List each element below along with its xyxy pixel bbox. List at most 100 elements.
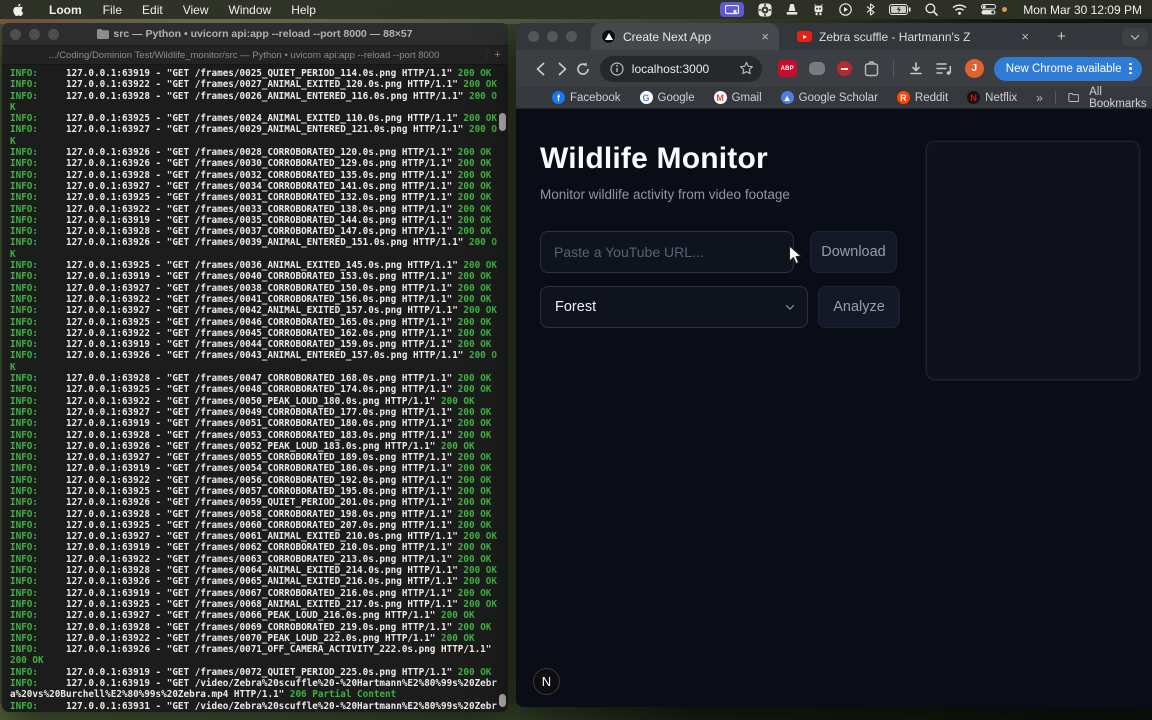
terminal-log-line: INFO: 127.0.0.1:63925 - "GET /frames/005… [10, 485, 492, 497]
terminal-log-line: INFO: 127.0.0.1:63919 - "GET /frames/005… [10, 463, 492, 475]
terminal-log-line: INFO: 127.0.0.1:63926 - "GET /frames/003… [10, 158, 492, 170]
zoom-button[interactable] [566, 31, 577, 42]
terminal-titlebar[interactable]: src — Python • uvicorn api:app --reload … [2, 23, 508, 45]
terminal-log-line: INFO: 127.0.0.1:63919 - "GET /frames/004… [10, 271, 492, 283]
all-bookmarks-folder-icon[interactable] [1067, 92, 1079, 103]
terminal-new-tab-button[interactable]: + [486, 49, 508, 61]
tab-close-icon[interactable]: × [759, 29, 771, 44]
reload-button[interactable] [573, 56, 594, 82]
menu-window[interactable]: Window [219, 3, 282, 17]
download-icon[interactable] [908, 61, 924, 77]
terminal-scrollbar-thumb[interactable] [499, 113, 506, 131]
terminal-log-line: INFO: 127.0.0.1:63928 - "GET /frames/006… [10, 621, 492, 633]
media-list-icon[interactable] [936, 62, 953, 76]
terminal-log-line: INFO: 127.0.0.1:63931 - "GET /video/Zebr… [10, 700, 497, 712]
bookmark-netflix[interactable]: N Netflix [967, 91, 1017, 104]
menu-help[interactable]: Help [281, 3, 326, 17]
browser-traffic-lights [528, 31, 577, 42]
terminal-log-line: INFO: 127.0.0.1:63927 - "GET /frames/004… [10, 305, 497, 317]
bookmark-label: Netflix [985, 91, 1018, 104]
bookmarks-overflow-icon[interactable]: » [1036, 91, 1043, 105]
address-url[interactable]: localhost:3000 [632, 62, 739, 76]
control-center-icon[interactable] [981, 4, 997, 15]
terminal-log-line: INFO: 127.0.0.1:63919 - "GET /frames/005… [10, 418, 492, 430]
terminal-log-line: INFO: 127.0.0.1:63922 - "GET /frames/006… [10, 553, 492, 565]
menu-view[interactable]: View [173, 3, 219, 17]
menu-file[interactable]: File [93, 3, 132, 17]
terminal-log-line: INFO: 127.0.0.1:63927 - "GET /frames/004… [10, 406, 492, 418]
terminal-log-line: INFO: 127.0.0.1:63922 - "GET /frames/003… [10, 203, 492, 215]
nextjs-dev-badge[interactable]: N [533, 668, 560, 695]
back-button[interactable] [530, 56, 551, 82]
clipboard-extension-icon[interactable] [864, 60, 879, 77]
close-button[interactable] [528, 31, 539, 42]
bookmark-label: Google [657, 91, 695, 104]
terminal-log-line: INFO: 127.0.0.1:63919 - "GET /video/Zebr… [10, 678, 497, 701]
extension-icon[interactable] [808, 62, 825, 75]
habitat-select[interactable]: Forest [540, 286, 808, 328]
vlc-cone-icon[interactable] [786, 3, 798, 16]
tab-create-next-app[interactable]: Create Next App × [591, 23, 779, 50]
wifi-icon[interactable] [952, 4, 967, 15]
terminal-log-line: INFO: 127.0.0.1:63925 - "GET /frames/006… [10, 598, 497, 610]
favicon: R [896, 91, 910, 104]
site-info-icon[interactable] [610, 61, 624, 76]
terminal-log-line: INFO: 127.0.0.1:63926 - "GET /frames/005… [10, 440, 475, 452]
terminal-log-line: INFO: 127.0.0.1:63928 - "GET /frames/006… [10, 565, 497, 577]
mouse-cursor [788, 245, 803, 271]
browser-toolbar: localhost:3000 ABP J New Chrome availabl… [516, 50, 1152, 87]
terminal-scrollbar-thumb-bottom[interactable] [499, 694, 506, 707]
terminal-log-line: INFO: 127.0.0.1:63925 - "GET /frames/002… [10, 113, 497, 125]
bookmark-reddit[interactable]: R Reddit [896, 91, 948, 104]
forward-button[interactable] [551, 56, 572, 82]
bookmark-gmail[interactable]: M Gmail [713, 91, 762, 104]
bookmark-star-icon[interactable] [739, 61, 754, 76]
terminal-tab[interactable]: .../Coding/Dominion Test/Wildlife_monito… [2, 50, 486, 61]
terminal-title: src — Python • uvicorn api:app --reload … [2, 28, 508, 40]
chrome-update-button[interactable]: New Chrome available [993, 56, 1142, 81]
favicon: ▲ [780, 91, 794, 104]
favicon: N [967, 91, 981, 104]
settings-icon[interactable] [758, 3, 772, 17]
address-bar[interactable]: localhost:3000 [599, 55, 762, 82]
youtube-url-input[interactable] [540, 231, 794, 273]
terminal-log-line: INFO: 127.0.0.1:63919 - "GET /frames/003… [10, 214, 492, 226]
terminal-log-line: INFO: 127.0.0.1:63927 - "GET /frames/003… [10, 180, 492, 192]
terminal-log-line: INFO: 127.0.0.1:63925 - "GET /frames/004… [10, 384, 492, 396]
bluetooth-icon[interactable] [866, 3, 876, 16]
tab-search-button[interactable] [1122, 27, 1148, 46]
screen-mirroring-icon[interactable] [720, 2, 745, 17]
tab-close-icon[interactable]: × [1019, 29, 1031, 44]
terminal-log-line: INFO: 127.0.0.1:63926 - "GET /frames/007… [10, 644, 497, 667]
terminal-log-line: INFO: 127.0.0.1:63925 - "GET /frames/003… [10, 192, 492, 204]
favicon: M [713, 91, 727, 104]
profile-avatar[interactable]: J [964, 59, 984, 78]
toolbar-divider [892, 59, 894, 78]
menu-bar-clock[interactable]: Mon Mar 30 12:09 PM [1023, 3, 1142, 17]
new-tab-button[interactable]: + [1053, 28, 1070, 45]
tab-zebra-video[interactable]: Zebra scuffle - Hartmann's Z × [787, 23, 1039, 50]
terminal-log-line: INFO: 127.0.0.1:63928 - "GET /frames/005… [10, 429, 492, 441]
bookmark-facebook[interactable]: f Facebook [552, 91, 621, 104]
bookmark-google-scholar[interactable]: ▲ Google Scholar [780, 91, 878, 104]
spotlight-search-icon[interactable] [925, 3, 939, 16]
favicon: G [639, 91, 653, 104]
terminal-log-line: INFO: 127.0.0.1:63928 - "GET /frames/003… [10, 226, 492, 238]
terminal-log-line: INFO: 127.0.0.1:63927 - "GET /frames/003… [10, 282, 492, 294]
blocker-extension-icon[interactable] [836, 61, 852, 76]
all-bookmarks-label[interactable]: All Bookmarks [1089, 86, 1149, 110]
terminal-log-line: INFO: 127.0.0.1:63926 - "GET /frames/002… [10, 147, 492, 159]
menu-dots-icon[interactable] [1129, 62, 1132, 75]
analyze-button[interactable]: Analyze [818, 286, 900, 328]
bookmark-google[interactable]: G Google [639, 91, 695, 104]
terminal-log-line: INFO: 127.0.0.1:63919 - "GET /frames/007… [10, 666, 492, 678]
minimize-button[interactable] [547, 31, 558, 42]
menu-loom[interactable]: Loom [38, 3, 93, 17]
battery-charging-icon[interactable] [889, 4, 911, 15]
download-button[interactable]: Download [810, 231, 897, 273]
play-circle-icon[interactable] [839, 3, 853, 16]
assistant-robot-icon[interactable] [812, 3, 825, 16]
menu-edit[interactable]: Edit [132, 3, 173, 17]
apple-logo-icon[interactable] [12, 3, 24, 17]
adblock-plus-icon[interactable]: ABP [777, 60, 797, 77]
